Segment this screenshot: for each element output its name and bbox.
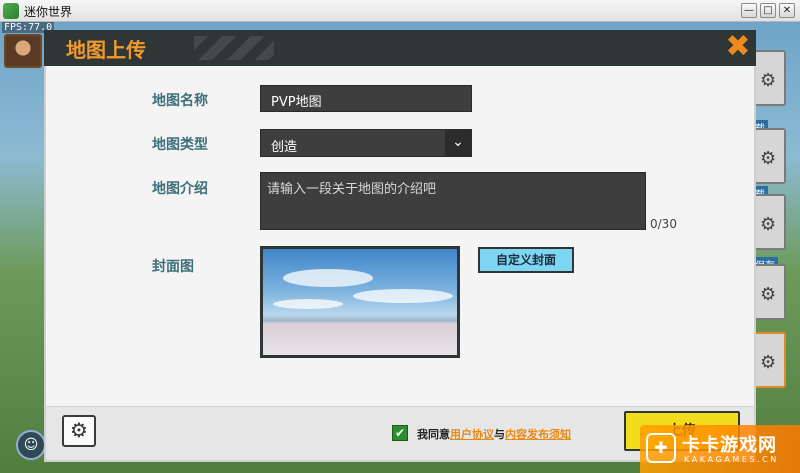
gear-icon: ⚙ (760, 70, 777, 91)
dialog-title: 地图上传 (66, 38, 146, 62)
dialog-header: 地图上传 ✖ (44, 30, 756, 66)
player-avatar[interactable] (4, 34, 42, 68)
side-map-card[interactable]: ⚙ (752, 332, 786, 388)
window-titlebar: 迷你世界 — □ ✕ (0, 0, 800, 22)
close-button[interactable]: ✖ (720, 30, 756, 66)
publish-notice-link[interactable]: 内容发布须知 (505, 428, 571, 441)
gear-icon: ⚙ (760, 284, 777, 305)
gear-icon: ⚙ (760, 148, 777, 169)
map-type-label: 地图类型 (152, 137, 208, 153)
watermark-text: 卡卡游戏网 (682, 435, 777, 456)
agree-and: 与 (494, 428, 505, 441)
map-name-label: 地图名称 (152, 93, 208, 109)
map-intro-label: 地图介绍 (152, 181, 208, 197)
agree-checkbox[interactable]: ✔ (392, 425, 408, 441)
intro-char-counter: 0/30 (650, 217, 677, 231)
map-type-select[interactable]: 创造 ⌄ (260, 129, 472, 157)
map-name-input[interactable]: PVP地图 (260, 85, 472, 112)
side-map-card[interactable]: ⚙ (752, 128, 786, 184)
map-type-value: 创造 (271, 140, 298, 155)
map-intro-textarea[interactable]: 请输入一段关于地图的介绍吧 (260, 172, 646, 230)
window-title: 迷你世界 (24, 5, 73, 19)
agreement-text: 我同意用户协议与内容发布须知 (417, 426, 571, 442)
gear-icon: ⚙ (760, 214, 777, 235)
side-map-card[interactable]: ⚙ (752, 50, 786, 106)
side-map-card[interactable]: ⚙ (752, 264, 786, 320)
agree-prefix: 我同意 (417, 428, 450, 441)
maximize-button[interactable]: □ (760, 3, 776, 18)
close-icon: ✖ (725, 29, 751, 64)
site-watermark: ✚ 卡卡游戏网 K A K A G A M E S . C N (640, 425, 800, 473)
window-close-button[interactable]: ✕ (779, 3, 795, 18)
dialog-body: 地图名称 PVP地图 地图类型 创造 ⌄ 地图介绍 请输入一段关于地图的介绍吧 … (44, 66, 756, 406)
side-map-card[interactable]: ⚙ (752, 194, 786, 250)
header-decoration (194, 36, 274, 60)
settings-button[interactable]: ⚙ (62, 415, 96, 447)
map-upload-dialog: 地图上传 ✖ 地图名称 PVP地图 地图类型 创造 ⌄ 地图介绍 请输入一段关于… (44, 30, 756, 462)
minimize-button[interactable]: — (741, 3, 757, 18)
chevron-down-icon[interactable]: ⌄ (445, 130, 471, 156)
cover-label: 封面图 (152, 259, 194, 275)
app-icon (3, 3, 19, 19)
cloud-shape (283, 269, 373, 287)
watermark-subtext: K A K A G A M E S . C N (684, 455, 777, 464)
cover-image-preview[interactable] (260, 246, 460, 358)
gear-icon: ⚙ (760, 352, 777, 373)
cloud-shape (353, 289, 453, 303)
character-icon[interactable]: ☺ (16, 430, 46, 460)
gear-icon: ⚙ (70, 418, 88, 442)
custom-cover-button[interactable]: 自定义封面 (478, 247, 574, 273)
checkbox-checked-icon: ✔ (394, 426, 406, 440)
cloud-shape (273, 299, 343, 309)
gamepad-icon: ✚ (646, 433, 676, 463)
user-agreement-link[interactable]: 用户协议 (450, 428, 494, 441)
